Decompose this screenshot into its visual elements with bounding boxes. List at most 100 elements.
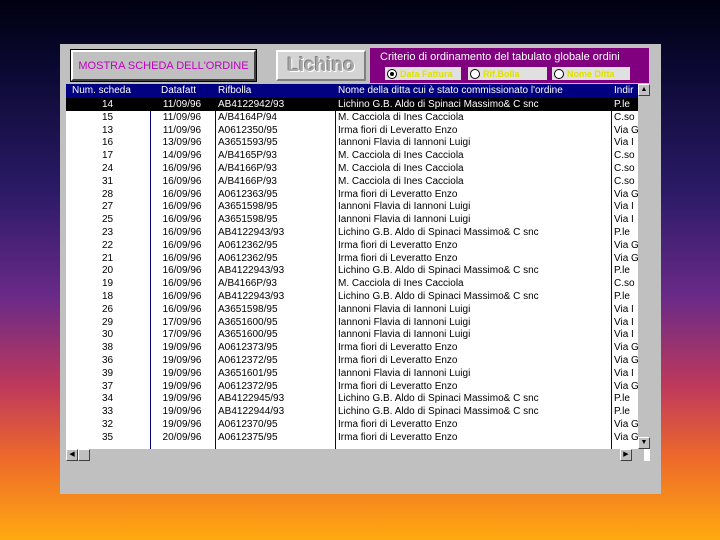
column-header-num-scheda[interactable]: Num. scheda [72, 85, 150, 96]
sort-option-label: Nome Ditta [567, 68, 615, 79]
cell-rifbolla: A0612372/95 [218, 380, 278, 392]
sort-option-nome-ditta[interactable]: Nome Ditta [552, 67, 630, 80]
table-row[interactable]: 36 19/09/96 A0612372/95 Irma fiori di Lever… [66, 354, 650, 367]
cell-indirizzo: P.le [614, 99, 630, 110]
cell-num-scheda: 37 [101, 380, 114, 392]
table-row[interactable]: 34 19/09/96 AB4122945/93 Lichino G.B. Aldo … [66, 392, 650, 405]
table-row[interactable]: 26 16/09/96 A3651598/95 Iannoni Flavia di I… [66, 303, 650, 316]
cell-num-scheda: 32 [101, 419, 114, 430]
table-row[interactable]: 37 19/09/96 A0612372/95 Irma fiori di Lever… [66, 380, 650, 393]
column-header-indirizzo[interactable]: Indir [614, 85, 638, 96]
cell-nome-ditta: M. Cacciola di Ines Cacciola [338, 175, 464, 187]
cell-num-scheda: 13 [101, 124, 114, 136]
column-header-rifbolla[interactable]: Rifbolla [218, 85, 334, 96]
lichino-logo: Lichino [276, 50, 366, 81]
cell-indirizzo: C.so [614, 150, 635, 162]
table-row[interactable]: 25 16/09/96 A3651598/95 Iannoni Flavia di I… [66, 213, 650, 226]
cell-indirizzo: C.so [614, 111, 635, 123]
cell-indirizzo: Via G [614, 431, 638, 443]
table-row[interactable]: 31 16/09/96 A/B4166P/93 M. Cacciola di Ines… [66, 175, 650, 188]
cell-nome-ditta: Iannoni Flavia di Iannoni Luigi [338, 316, 471, 328]
table-row[interactable]: 30 17/09/96 A3651600/95 Iannoni Flavia di I… [66, 328, 650, 341]
cell-nome-ditta: Lichino G.B. Aldo di Spinaci Massimo& C … [338, 99, 539, 110]
table-row[interactable]: 21 16/09/96 A0612362/95 Irma fiori di Lever… [66, 252, 650, 265]
cell-rifbolla: A3651593/95 [218, 137, 278, 149]
cell-rifbolla: A3651600/95 [218, 316, 278, 328]
cell-rifbolla: A3651598/95 [218, 201, 278, 213]
cell-rifbolla: AB4122945/93 [218, 393, 285, 405]
cell-datafatt: 19/09/96 [162, 380, 202, 392]
table-row[interactable]: 39 19/09/96 A3651601/95 Iannoni Flavia di I… [66, 367, 650, 380]
cell-rifbolla: A0612363/95 [218, 188, 278, 200]
radio-dot-icon [470, 68, 480, 79]
cell-datafatt: 16/09/96 [162, 265, 202, 277]
column-header-datafatt[interactable]: Datafatt [161, 85, 215, 96]
vertical-scrollbar[interactable]: ▲ ▼ [638, 84, 650, 449]
cell-rifbolla: A/B4166P/93 [218, 278, 277, 290]
cell-datafatt: 16/09/96 [162, 175, 202, 187]
cell-rifbolla: A3651600/95 [218, 329, 278, 341]
sort-option-rif-bolla[interactable]: Rif.Bolla [468, 67, 547, 80]
show-order-button[interactable]: MOSTRA SCHEDA DELL'ORDINE [70, 49, 257, 82]
cell-rifbolla: A/B4166P/93 [218, 175, 277, 187]
scroll-thumb[interactable] [78, 449, 90, 461]
horizontal-scrollbar[interactable]: ◀ ▶ [66, 449, 644, 461]
scroll-up-arrow-icon[interactable]: ▲ [638, 84, 650, 96]
cell-num-scheda: 34 [101, 393, 114, 405]
table-row[interactable]: 33 19/09/96 AB4122944/93 Lichino G.B. Aldo … [66, 405, 650, 418]
table-row[interactable]: 24 16/09/96 A/B4166P/93 M. Cacciola di Ines… [66, 162, 650, 175]
cell-nome-ditta: M. Cacciola di Ines Cacciola [338, 278, 464, 290]
table-row[interactable]: 32 19/09/96 A0612370/95 Irma fiori di Lever… [66, 418, 650, 431]
cell-indirizzo: C.so [614, 175, 635, 187]
table-row[interactable]: 18 16/09/96 AB4122943/93 Lichino G.B. Aldo … [66, 290, 650, 303]
table-row[interactable]: 17 14/09/96 A/B4165P/93 M. Cacciola di Ines… [66, 149, 650, 162]
table-row[interactable]: 29 17/09/96 A3651600/95 Iannoni Flavia di I… [66, 316, 650, 329]
table-row[interactable]: 14 11/09/96 AB4122942/93 Lichino G.B. Aldo … [66, 98, 650, 111]
table-row[interactable]: 15 11/09/96 A/B4164P/94 M. Cacciola di Ines… [66, 111, 650, 124]
cell-num-scheda: 38 [101, 342, 114, 354]
cell-indirizzo: Via G [614, 355, 638, 366]
cell-nome-ditta: Lichino G.B. Aldo di Spinaci Massimo& C … [338, 393, 539, 405]
table-row[interactable]: 35 20/09/96 A0612375/95 Irma fiori di Lever… [66, 431, 650, 444]
cell-nome-ditta: Lichino G.B. Aldo di Spinaci Massimo& C … [338, 291, 539, 302]
scroll-left-arrow-icon[interactable]: ◀ [66, 449, 78, 461]
cell-indirizzo: Via I [614, 201, 634, 213]
cell-num-scheda: 39 [101, 367, 114, 379]
sort-option-label: Data Fattura [400, 68, 453, 79]
sort-option-data-fattura[interactable]: Data Fattura [385, 67, 461, 80]
cell-nome-ditta: Irma fiori di Leveratto Enzo [338, 239, 458, 251]
cell-datafatt: 17/09/96 [162, 329, 202, 341]
cell-num-scheda: 15 [101, 111, 114, 123]
cell-num-scheda: 28 [101, 188, 114, 200]
table-row[interactable]: 22 16/09/96 A0612362/95 Irma fiori di Lever… [66, 239, 650, 252]
scroll-right-arrow-icon[interactable]: ▶ [620, 449, 632, 461]
sort-criteria-title: Criterio di ordinamento del tabulato glo… [380, 51, 620, 63]
table-row[interactable]: 27 16/09/96 A3651598/95 Iannoni Flavia di I… [66, 200, 650, 213]
cell-num-scheda: 23 [101, 227, 114, 238]
cell-num-scheda: 25 [101, 214, 114, 226]
scroll-down-arrow-icon[interactable]: ▼ [638, 437, 650, 449]
table-row[interactable]: 19 16/09/96 A/B4166P/93 M. Cacciola di Ines… [66, 277, 650, 290]
table-row[interactable]: 38 19/09/96 A0612373/95 Irma fiori di Lever… [66, 341, 650, 354]
cell-num-scheda: 35 [101, 431, 114, 443]
cell-datafatt: 11/09/96 [162, 99, 202, 110]
cell-datafatt: 16/09/96 [162, 227, 202, 238]
table-row[interactable]: 28 16/09/96 A0612363/95 Irma fiori di Lever… [66, 188, 650, 201]
cell-nome-ditta: M. Cacciola di Ines Cacciola [338, 111, 464, 123]
cell-nome-ditta: Iannoni Flavia di Iannoni Luigi [338, 201, 471, 213]
cell-datafatt: 19/09/96 [162, 367, 202, 379]
cell-rifbolla: AB4122943/93 [218, 291, 285, 302]
cell-rifbolla: A/B4166P/93 [218, 163, 277, 174]
column-header-nome-ditta[interactable]: Nome della ditta cui è stato commissiona… [338, 85, 610, 96]
cell-datafatt: 13/09/96 [162, 137, 202, 149]
cell-num-scheda: 29 [101, 316, 114, 328]
cell-num-scheda: 17 [101, 150, 114, 162]
table-row[interactable]: 20 16/09/96 AB4122943/93 Lichino G.B. Aldo … [66, 264, 650, 277]
table-row[interactable]: 13 11/09/96 A0612350/95 Irma fiori di Lever… [66, 124, 650, 137]
cell-rifbolla: A/B4164P/94 [218, 111, 277, 123]
table-row[interactable]: 16 13/09/96 A3651593/95 Iannoni Flavia di I… [66, 136, 650, 149]
cell-rifbolla: AB4122942/93 [218, 99, 285, 110]
table-row[interactable]: 23 16/09/96 AB4122943/93 Lichino G.B. Aldo … [66, 226, 650, 239]
cell-datafatt: 20/09/96 [162, 431, 202, 443]
cell-datafatt: 16/09/96 [162, 201, 202, 213]
